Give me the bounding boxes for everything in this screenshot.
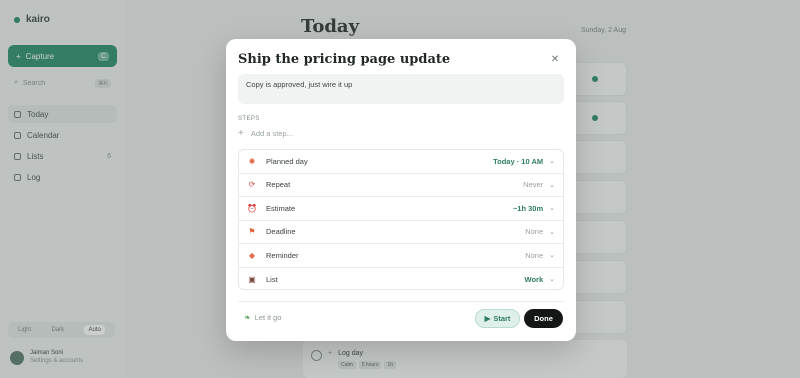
property-label: List — [266, 274, 278, 284]
property-value: None — [525, 250, 544, 260]
property-label: Estimate — [266, 203, 296, 213]
leaf-icon: ❧ — [244, 313, 251, 322]
property-value: ~1h 30m — [512, 203, 544, 213]
let-it-go-button[interactable]: ❧ Let it go — [244, 313, 281, 322]
chevron-down-icon: ⌄ — [549, 228, 555, 236]
footer-divider — [238, 301, 564, 302]
chevron-down-icon: ⌄ — [549, 252, 555, 260]
play-icon: ▶ — [484, 314, 491, 323]
property-reminder[interactable]: ◆ Reminder None ⌄ — [239, 244, 563, 268]
task-notes-field[interactable]: Copy is approved, just wire it up — [238, 74, 564, 104]
property-estimate[interactable]: ⏰ Estimate ~1h 30m ⌄ — [239, 197, 563, 221]
start-label: Start — [493, 314, 511, 323]
task-properties: ✺ Planned day Today · 10 AM ⌄ ⟳ Repeat N… — [238, 149, 564, 290]
alarm-clock-icon: ⏰ — [247, 203, 257, 213]
steps-heading: STEPS — [238, 116, 260, 122]
chevron-down-icon: ⌄ — [549, 181, 555, 189]
property-value: None — [525, 227, 544, 237]
let-it-go-label: Let it go — [254, 313, 282, 322]
property-value: Today · 10 AM — [493, 156, 544, 166]
property-value: Work — [524, 274, 544, 284]
add-step-placeholder: Add a step... — [250, 129, 293, 138]
bell-icon: ◆ — [248, 250, 256, 260]
plus-icon: + — [238, 128, 244, 139]
done-button[interactable]: Done — [524, 309, 563, 328]
task-detail-modal: Ship the pricing page update ✕ Copy is a… — [226, 39, 576, 341]
property-list[interactable]: ▣ List Work ⌄ — [239, 268, 563, 290]
repeat-icon: ⟳ — [248, 180, 256, 190]
property-deadline[interactable]: ⚑ Deadline None ⌄ — [239, 221, 563, 244]
briefcase-icon: ▣ — [248, 274, 256, 284]
flag-icon: ⚑ — [248, 227, 256, 237]
property-planned-day[interactable]: ✺ Planned day Today · 10 AM ⌄ — [239, 150, 563, 174]
modal-title[interactable]: Ship the pricing page update — [238, 52, 450, 67]
start-button[interactable]: ▶ Start — [475, 309, 520, 328]
property-label: Planned day — [266, 156, 308, 166]
close-icon: ✕ — [550, 53, 560, 65]
property-label: Deadline — [266, 227, 296, 237]
add-step-input[interactable]: + Add a step... — [238, 128, 293, 139]
property-value: Never — [523, 180, 544, 190]
chevron-down-icon: ⌄ — [549, 276, 555, 284]
property-label: Reminder — [266, 250, 299, 260]
property-repeat[interactable]: ⟳ Repeat Never ⌄ — [239, 174, 563, 197]
chevron-down-icon: ⌄ — [549, 158, 555, 166]
close-button[interactable]: ✕ — [548, 52, 562, 66]
chevron-down-icon: ⌄ — [549, 205, 555, 213]
sun-icon: ✺ — [248, 156, 256, 166]
property-label: Repeat — [266, 180, 291, 190]
